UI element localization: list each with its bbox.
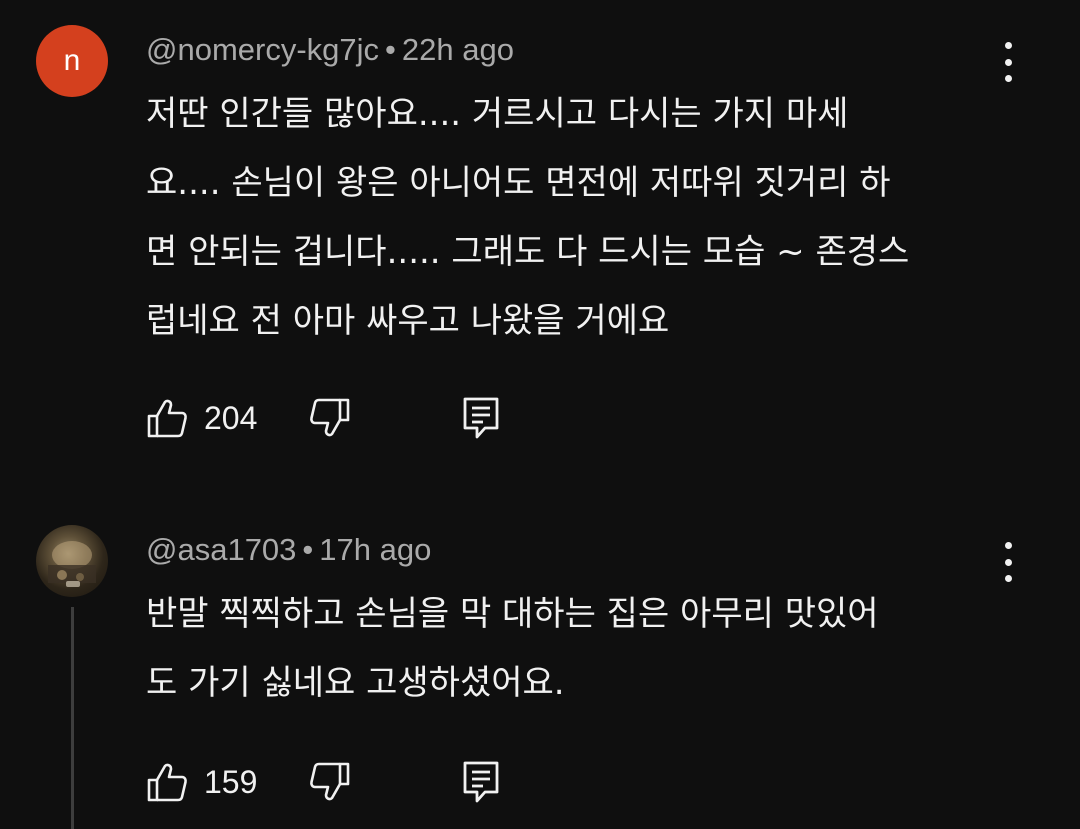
more-vert-icon-dot [1004, 58, 1012, 66]
thumbs-up-icon [146, 397, 188, 439]
comment-menu-button[interactable] [990, 542, 1026, 582]
comment-time: 22h ago [401, 32, 514, 67]
more-vert-icon-dot [1004, 558, 1012, 566]
dislike-button[interactable] [309, 397, 351, 439]
like-count: 159 [204, 763, 258, 800]
reply-button[interactable] [461, 760, 501, 804]
comment-actions: 204 [146, 394, 501, 442]
like-count: 204 [204, 399, 258, 436]
meta-separator: • [302, 532, 314, 567]
comment-time: 17h ago [319, 532, 432, 567]
meta-separator: • [385, 32, 396, 67]
more-vert-icon [1004, 42, 1012, 49]
comment-text: 반말 찍찍하고 손님을 막 대하는 집은 아무리 맛있어 도 가기 싫네요 고생… [146, 594, 879, 703]
comment-meta: @nomercy-kg7jc • 22h ago [146, 32, 514, 68]
comment-meta: @asa1703 • 17h ago [146, 532, 431, 568]
avatar[interactable] [36, 525, 108, 597]
reply-comment-icon [461, 396, 501, 440]
avatar[interactable]: n [36, 25, 108, 97]
reply-comment-icon [461, 760, 501, 804]
more-vert-icon [1004, 542, 1012, 549]
avatar-photo-image [48, 541, 96, 587]
thumbs-down-icon [309, 397, 351, 439]
dislike-button[interactable] [309, 761, 351, 803]
like-button[interactable]: 159 [146, 761, 257, 803]
comments-screen: n @nomercy-kg7jc • 22h ago 저딴 인간들 많아요.... … [0, 0, 1080, 829]
reply-button[interactable] [461, 396, 501, 440]
comment-menu-button[interactable] [990, 42, 1026, 82]
author-name[interactable]: @nomercy-kg7jc [146, 32, 379, 67]
reply-thread-line [71, 607, 74, 829]
thumbs-up-icon [146, 761, 188, 803]
comment-text: 저딴 인간들 많아요.... 거르시고 다시는 가지 마세 요.... 손님이 … [146, 94, 910, 341]
like-button[interactable]: 204 [146, 397, 257, 439]
comment-actions: 159 [146, 758, 501, 806]
thumbs-down-icon [309, 761, 351, 803]
author-name[interactable]: @asa1703 [146, 532, 296, 567]
avatar-letter: n [63, 44, 81, 77]
